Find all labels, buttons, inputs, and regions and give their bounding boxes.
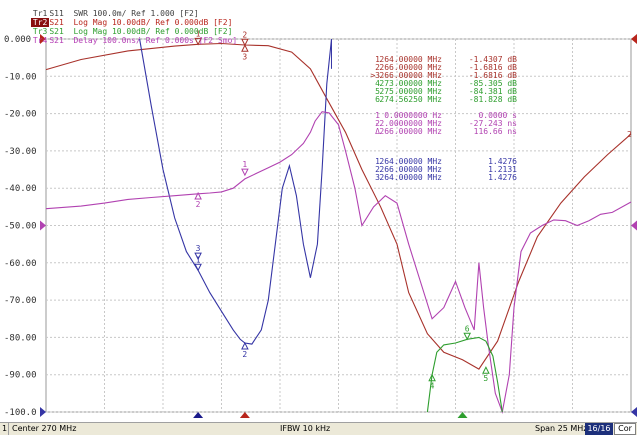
marker-label: 1 <box>242 160 247 169</box>
reference-level-marker[interactable] <box>631 220 637 231</box>
y-tick-label: -90.00 <box>4 371 37 381</box>
marker-table-row[interactable]: 3 264.00000 MHz 1.4276 <box>375 173 517 182</box>
status-separator <box>8 423 9 435</box>
correction-indicator[interactable]: Cor <box>614 423 636 435</box>
marker-label: 2 <box>196 200 201 209</box>
y-tick-label: -60.00 <box>4 259 37 269</box>
marker-table-response: 116.66 ns <box>474 127 518 136</box>
center-frequency[interactable]: Center 270 MHz <box>12 423 76 435</box>
y-tick-label: -10.00 <box>4 72 37 82</box>
marker-label: 3 <box>242 52 247 61</box>
marker-table-row[interactable]: Δ 266.00000 MHz 116.66 ns <box>375 127 517 136</box>
reference-level-marker[interactable] <box>40 220 46 231</box>
reference-level-marker[interactable] <box>40 407 46 417</box>
bottom-marker[interactable] <box>193 412 204 418</box>
marker-triangle[interactable] <box>241 168 249 177</box>
y-tick-label: -50.00 <box>4 222 37 232</box>
marker-triangle[interactable] <box>241 341 249 350</box>
y-tick-label: -30.00 <box>4 147 37 157</box>
marker-table-stimulus: 266.00000 MHz <box>379 127 442 136</box>
ifbw-setting[interactable]: IFBW 10 kHz <box>280 423 330 435</box>
y-tick-label: -40.00 <box>4 184 37 194</box>
y-tick-label: -80.00 <box>4 333 37 343</box>
y-tick-label: -70.00 <box>4 296 37 306</box>
marker-triangle[interactable] <box>463 332 472 341</box>
y-tick-label: -100.0 <box>4 408 37 418</box>
marker-triangle[interactable] <box>241 44 249 52</box>
trace-2-header[interactable]: Tr2 S21 Log Mag 10.00dB/ Ref 0.000dB [F2] <box>2 9 232 27</box>
marker-table-stimulus: 264.00000 MHz <box>379 173 442 182</box>
channel-number[interactable]: 1 <box>2 423 7 435</box>
reference-level-marker[interactable] <box>631 407 637 417</box>
marker-label: 6 <box>465 324 470 333</box>
y-tick-label: -20.00 <box>4 110 37 120</box>
bottom-marker[interactable] <box>239 412 250 418</box>
bottom-marker[interactable] <box>457 412 468 418</box>
marker-triangle[interactable] <box>482 366 490 374</box>
trace-4-header[interactable]: Tr4 S21 Delay 100.0ns/ Ref 0.000s [F2 Smo… <box>2 27 237 45</box>
marker-label: 3 <box>196 244 201 253</box>
plot-area[interactable]: 0.000-10.00-20.00-30.00-40.00-50.00-60.0… <box>0 0 637 422</box>
marker-label: 2 <box>242 350 247 359</box>
trace-1-header[interactable]: Tr1 S11 SWR 100.0m/ Ref 1.000 [F2] <box>2 0 199 18</box>
marker-label: 4 <box>430 382 435 391</box>
right-edge-label: 2 <box>627 130 632 139</box>
trace-4-desc: S21 Delay 100.0ns/ Ref 0.000s [F2 Smo] <box>49 36 238 45</box>
span-setting[interactable]: Span 25 MHz <box>535 423 588 435</box>
trace-4-id[interactable]: Tr4 <box>31 36 49 45</box>
marker-table-stimulus: 274.56250 MHz <box>379 95 442 104</box>
points-indicator[interactable]: 16/16 <box>585 423 613 435</box>
marker-table-row[interactable]: 6 274.56250 MHz -81.828 dB <box>375 95 517 104</box>
trace-line-tr1[interactable] <box>139 38 333 345</box>
trace-header: Tr1 S11 SWR 100.0m/ Ref 1.000 [F2] Tr2 S21… <box>0 0 637 45</box>
vna-screen: 0.000 -10.00 -20.00 -30.00 -40.00 -50.00 -60.0… <box>0 0 637 435</box>
marker-label: 5 <box>483 374 488 383</box>
trace-3-header[interactable]: Tr3 S21 Log Mag 10.00dB/ Ref 0.000dB [F2] <box>2 18 232 36</box>
marker-table-response: 1.4276 <box>488 173 517 182</box>
marker-table-response: -81.828 dB <box>469 95 517 104</box>
status-bar: 1 Center 270 MHz IFBW 10 kHz Span 25 MHz… <box>0 422 637 435</box>
